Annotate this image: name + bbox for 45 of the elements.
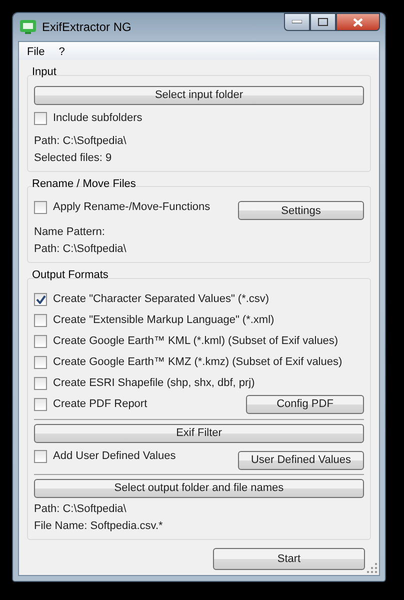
label-text: Path: C:\Softpedia\ (34, 134, 128, 148)
monitor-icon (20, 20, 36, 34)
label-text: Name Pattern: (34, 225, 106, 240)
label-text: Path: C:\Softpedia\ (34, 502, 128, 516)
checkbox[interactable] (34, 314, 47, 326)
label-text: Path: C:\Softpedia\ (34, 242, 128, 257)
maximize-button[interactable] (310, 13, 336, 31)
label-text: Selected files: 9 (34, 150, 113, 166)
button[interactable]: Exif Filter (34, 424, 364, 442)
checkbox-label: Create Google Earth™ KML (*.kml) (Subset of Exif values) (53, 334, 338, 349)
checkbox-label: Create "Character Separated Values" (*.csv) (53, 292, 270, 307)
checkbox[interactable] (34, 450, 47, 463)
close-icon (353, 18, 363, 26)
button[interactable]: Start (213, 548, 365, 570)
checkbox[interactable] (34, 200, 47, 214)
minimize-button[interactable] (284, 13, 310, 31)
checkbox[interactable] (34, 334, 47, 348)
button[interactable]: Select input folder (34, 86, 364, 104)
checkbox-label: Create Google Earth™ KMZ (*.kmz) (Subset of Exif values) (53, 354, 342, 370)
label-text: File Name: Softpedia.csv.* (34, 518, 164, 534)
checkbox-label: Create PDF Report (53, 396, 148, 412)
menu-item[interactable]: ? (58, 44, 65, 60)
checkbox-label: Apply Rename-/Move-Functions (53, 200, 210, 215)
checkbox[interactable] (34, 112, 47, 125)
group-title: Output Formats (31, 268, 110, 283)
group-title: Rename / Move Files (31, 176, 137, 192)
checkbox-label: Include subfolders (53, 111, 142, 126)
button[interactable]: User Defined Values (238, 450, 364, 470)
checkbox[interactable] (34, 376, 47, 390)
checkbox-label: Create "Extensible Markup Language" (*.xml) (53, 312, 274, 328)
checkbox[interactable] (34, 356, 47, 368)
close-button[interactable] (336, 13, 380, 31)
checkbox-label: Add User Defined Values (53, 449, 176, 464)
button[interactable]: Config PDF (246, 394, 364, 414)
maximize-icon (318, 18, 328, 26)
menu-item[interactable]: File (27, 44, 45, 60)
checkbox-label: Create ESRI Shapefile (shp, shx, dbf, prj) (53, 376, 255, 391)
group-title: Input (31, 65, 58, 80)
button[interactable]: Select output folder and file names (34, 478, 364, 498)
resize-grip-icon[interactable] (367, 563, 377, 573)
minimize-icon (292, 20, 302, 24)
window-title: ExifExtractor NG (42, 19, 132, 36)
checkbox[interactable] (34, 398, 47, 410)
checkbox[interactable] (34, 292, 47, 306)
button[interactable]: Settings (238, 201, 364, 220)
